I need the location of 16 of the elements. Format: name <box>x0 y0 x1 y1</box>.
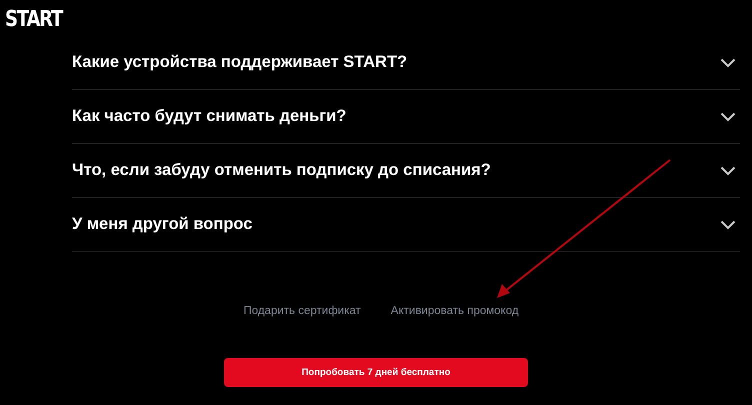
chevron-icon[interactable] <box>720 220 736 230</box>
faq-item[interactable]: У меня другой вопрос <box>72 198 740 252</box>
faq-item[interactable]: Что, если забуду отменить подписку до списания? <box>72 144 740 198</box>
footer-link[interactable]: Подарить сертификат <box>243 303 361 320</box>
chevron-icon[interactable] <box>720 112 736 122</box>
faq-question: У меня другой вопрос <box>72 214 252 236</box>
faq-item[interactable]: Какие устройства поддерживает START? <box>72 36 740 90</box>
faq-question: Как часто будут снимать деньги? <box>72 106 346 128</box>
faq-item[interactable]: Как часто будут снимать деньги? <box>72 90 740 144</box>
try-free-button[interactable]: Попробовать 7 дней бесплатно <box>224 358 528 388</box>
footer-link[interactable]: Активировать промокод <box>390 303 519 320</box>
chevron-icon[interactable] <box>720 166 736 176</box>
faq-question: Какие устройства поддерживает START? <box>72 52 408 74</box>
chevron-icon[interactable] <box>720 58 736 68</box>
logo[interactable]: START <box>5 9 62 31</box>
faq-question: Что, если забуду отменить подписку до списания? <box>72 160 491 182</box>
